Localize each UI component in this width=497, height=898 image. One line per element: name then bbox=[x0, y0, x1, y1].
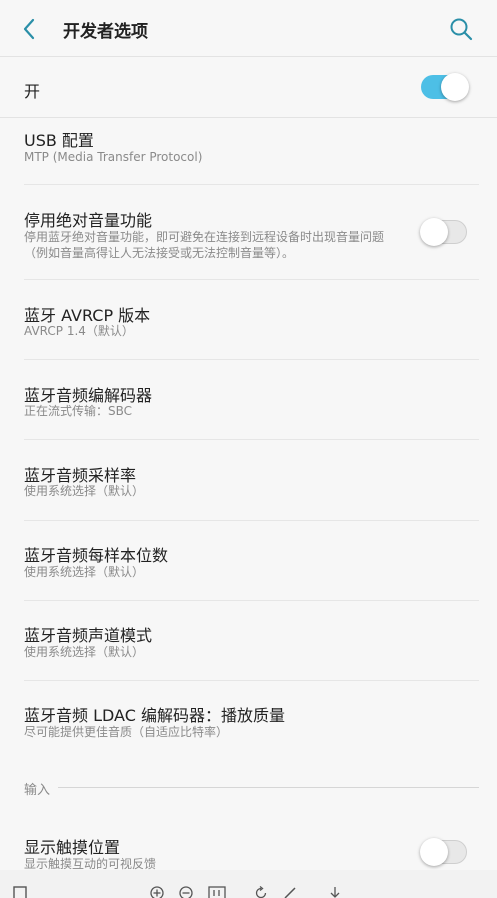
actual-size-icon[interactable] bbox=[208, 886, 226, 898]
setting-title: 蓝牙音频声道模式 bbox=[24, 626, 153, 645]
setting-title: 停用绝对音量功能 bbox=[24, 211, 153, 230]
edit-pen-icon[interactable] bbox=[283, 886, 297, 898]
setting-item-bt-sample-rate[interactable]: 蓝牙音频采样率 使用系统选择（默认） bbox=[24, 440, 479, 521]
section-divider bbox=[58, 787, 479, 788]
search-button[interactable] bbox=[447, 15, 475, 43]
developer-options-screen: 开发者选项 开 USB 配置 MTP (Media Transfer Proto… bbox=[0, 0, 497, 898]
setting-subtitle-line1: 停用蓝牙绝对音量功能，即可避免在连接到远程设备时出现音量问题 bbox=[24, 230, 385, 244]
section-label: 输入 bbox=[24, 783, 51, 798]
setting-item-bt-ldac-quality[interactable]: 蓝牙音频 LDAC 编解码器：播放质量 尽可能提供更佳音质（自适应比特率） bbox=[24, 681, 479, 761]
search-icon bbox=[450, 18, 473, 41]
zoom-in-icon[interactable] bbox=[150, 886, 164, 898]
rotate-icon[interactable] bbox=[254, 886, 268, 898]
setting-subtitle: AVRCP 1.4（默认） bbox=[24, 324, 134, 338]
setting-subtitle: 使用系统选择（默认） bbox=[24, 484, 145, 498]
setting-title: USB 配置 bbox=[24, 131, 94, 150]
setting-item-bt-bits-per-sample[interactable]: 蓝牙音频每样本位数 使用系统选择（默认） bbox=[24, 521, 479, 601]
master-switch-toggle[interactable] bbox=[421, 73, 469, 101]
setting-subtitle: 尽可能提供更佳音质（自适应比特率） bbox=[24, 725, 229, 739]
setting-subtitle-line2: （例如音量高得让人无法接受或无法控制音量等）。 bbox=[24, 246, 295, 260]
setting-subtitle: 正在流式传输：SBC bbox=[24, 404, 133, 418]
setting-title: 蓝牙音频每样本位数 bbox=[24, 546, 169, 565]
setting-item-show-touches[interactable]: 显示触摸位置 显示触摸互动的可视反馈 bbox=[24, 815, 479, 871]
page-title: 开发者选项 bbox=[63, 22, 148, 42]
app-bar: 开发者选项 bbox=[0, 0, 497, 57]
toggle-knob bbox=[420, 218, 448, 246]
developer-options-master-row[interactable]: 开 bbox=[0, 57, 497, 118]
disable-absolute-volume-toggle[interactable] bbox=[420, 218, 467, 246]
setting-subtitle: MTP (Media Transfer Protocol) bbox=[24, 150, 203, 164]
setting-item-disable-absolute-volume[interactable]: 停用绝对音量功能 停用蓝牙绝对音量功能，即可避免在连接到远程设备时出现音量问题 … bbox=[24, 185, 479, 280]
setting-item-usb-config[interactable]: USB 配置 MTP (Media Transfer Protocol) bbox=[24, 118, 479, 185]
setting-item-bt-audio-codec[interactable]: 蓝牙音频编解码器 正在流式传输：SBC bbox=[24, 360, 479, 440]
square-icon[interactable] bbox=[13, 886, 27, 898]
setting-title: 显示触摸位置 bbox=[24, 838, 121, 857]
setting-item-avrcp-version[interactable]: 蓝牙 AVRCP 版本 AVRCP 1.4（默认） bbox=[24, 280, 479, 360]
master-switch-label: 开 bbox=[24, 82, 41, 101]
setting-item-bt-channel-mode[interactable]: 蓝牙音频声道模式 使用系统选择（默认） bbox=[24, 601, 479, 681]
setting-title: 蓝牙音频 LDAC 编解码器：播放质量 bbox=[24, 706, 285, 725]
toggle-knob bbox=[441, 73, 469, 101]
section-header-input: 输入 bbox=[24, 779, 479, 798]
toggle-knob bbox=[420, 838, 448, 866]
show-touches-toggle[interactable] bbox=[420, 838, 467, 866]
download-icon[interactable] bbox=[328, 886, 342, 898]
setting-subtitle: 使用系统选择（默认） bbox=[24, 565, 145, 579]
bottom-toolbar bbox=[0, 870, 497, 898]
back-chevron-icon bbox=[23, 18, 35, 40]
setting-subtitle: 使用系统选择（默认） bbox=[24, 645, 145, 659]
zoom-out-icon[interactable] bbox=[179, 886, 193, 898]
back-button[interactable] bbox=[14, 14, 44, 44]
